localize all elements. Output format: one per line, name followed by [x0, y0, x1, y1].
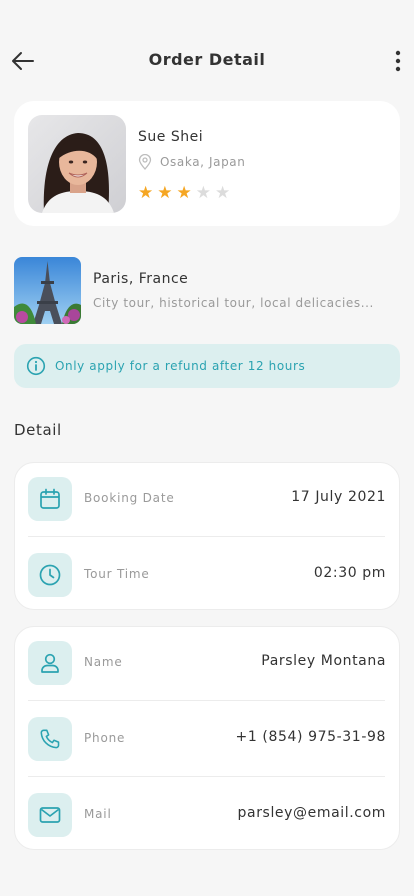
tour-thumbnail — [14, 257, 81, 324]
name-row: Name Parsley Montana — [15, 627, 399, 703]
booking-date-label: Booking Date — [84, 491, 175, 505]
tour-title: Paris, France — [93, 271, 189, 287]
star-empty-icon: ★ — [215, 183, 231, 203]
divider — [28, 776, 385, 777]
star-filled-icon: ★ — [157, 183, 173, 203]
calendar-icon — [28, 477, 72, 521]
booking-detail-card: Booking Date 17 July 2021 Tour Time 02:3… — [14, 462, 400, 610]
star-empty-icon: ★ — [195, 183, 211, 203]
phone-label: Phone — [84, 731, 126, 745]
mail-icon — [28, 793, 72, 837]
phone-icon — [28, 717, 72, 761]
refund-notice-text: Only apply for a refund after 12 hours — [55, 359, 306, 373]
booking-date-value: 17 July 2021 — [291, 489, 386, 505]
more-vertical-icon — [395, 50, 401, 72]
clock-icon — [28, 553, 72, 597]
mail-value[interactable]: parsley@email.com — [238, 805, 386, 821]
guide-name: Sue Shei — [138, 129, 204, 145]
contact-detail-card: Name Parsley Montana Phone +1 (854) 975-… — [14, 626, 400, 850]
tour-time-row: Tour Time 02:30 pm — [15, 539, 399, 615]
name-label: Name — [84, 655, 123, 669]
tour-time-label: Tour Time — [84, 567, 150, 581]
page-title: Order Detail — [148, 50, 266, 69]
header: Order Detail — [0, 36, 414, 84]
order-detail-screen: Order Detail Sue Shei Osaka, Japan ★ ★ ★… — [0, 0, 414, 896]
guide-location: Osaka, Japan — [138, 154, 245, 170]
star-filled-icon: ★ — [176, 183, 192, 203]
phone-row[interactable]: Phone +1 (854) 975-31-98 — [15, 703, 399, 779]
booking-date-row: Booking Date 17 July 2021 — [15, 463, 399, 539]
tour-subtitle: City tour, historical tour, local delica… — [93, 296, 374, 310]
rating-stars: ★ ★ ★ ★ ★ — [138, 185, 234, 202]
refund-notice: Only apply for a refund after 12 hours — [14, 344, 400, 388]
avatar — [28, 115, 126, 213]
tour-time-value: 02:30 pm — [313, 565, 386, 581]
guide-location-text: Osaka, Japan — [160, 155, 246, 169]
user-icon — [28, 641, 72, 685]
divider — [28, 536, 385, 537]
name-value: Parsley Montana — [261, 653, 386, 669]
star-filled-icon: ★ — [138, 183, 154, 203]
mail-label: Mail — [84, 807, 112, 821]
detail-section-title: Detail — [14, 421, 62, 439]
more-options-button[interactable] — [386, 46, 410, 76]
location-pin-icon — [138, 154, 152, 170]
divider — [28, 700, 385, 701]
mail-row[interactable]: Mail parsley@email.com — [15, 779, 399, 855]
guide-profile-card[interactable]: Sue Shei Osaka, Japan ★ ★ ★ ★ ★ — [14, 101, 400, 226]
info-icon — [26, 356, 46, 376]
phone-value[interactable]: +1 (854) 975-31-98 — [236, 729, 386, 745]
